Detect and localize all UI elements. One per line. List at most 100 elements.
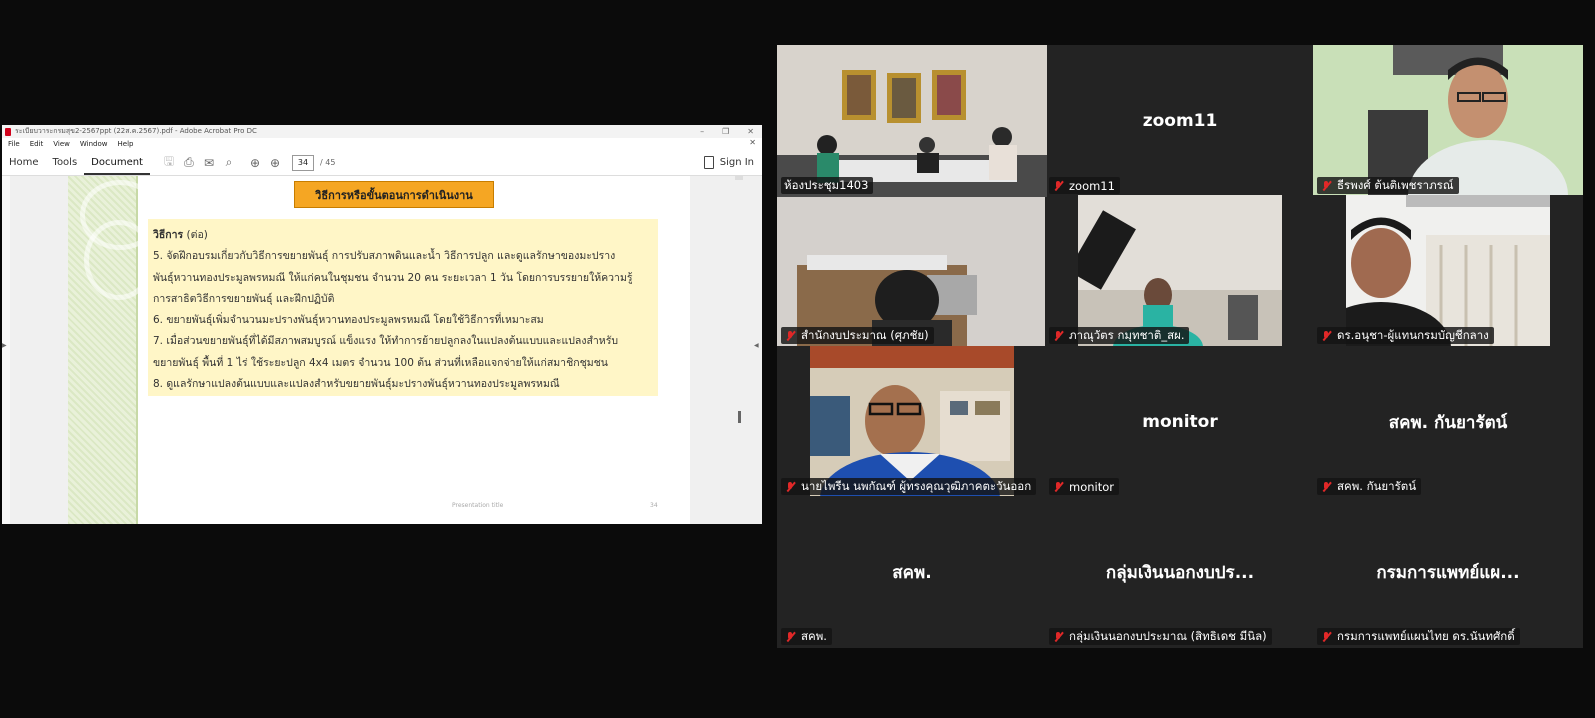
- mic-muted-icon: [1052, 631, 1064, 643]
- mic-muted-icon: [784, 330, 796, 342]
- slide-content-box: วิธีการ (ต่อ) 5. จัดฝึกอบรมเกี่ยวกับวิธี…: [148, 219, 658, 396]
- tab-document[interactable]: Document: [84, 150, 150, 175]
- minimize-icon[interactable]: –: [700, 125, 704, 138]
- participant-tile[interactable]: สคพ. กันยารัตน์ สคพ. กันยารัตน์: [1313, 346, 1583, 498]
- document-close-icon[interactable]: ✕: [749, 138, 756, 147]
- expand-right-icon[interactable]: ◀: [754, 342, 759, 349]
- tab-home[interactable]: Home: [2, 150, 46, 175]
- participant-name: ธีรพงศ์ ต้นติเพชราภรณ์: [1337, 177, 1454, 192]
- participant-name: monitor: [1069, 479, 1114, 494]
- email-icon[interactable]: ✉: [200, 156, 218, 170]
- save-icon[interactable]: 🖫: [160, 152, 178, 173]
- participant-display-name: zoom11: [1142, 111, 1218, 131]
- menu-view[interactable]: View: [53, 140, 70, 148]
- tab-tools[interactable]: Tools: [46, 150, 85, 175]
- participant-tile[interactable]: สำนักงบประมาณ (ศุภชัย): [777, 195, 1047, 347]
- participant-name-label: นายไพรีน นพกัณฑ์ ผู้ทรงคุณวุฒิภาคตะวันออ…: [781, 478, 1037, 495]
- participant-video: [1313, 45, 1583, 197]
- participant-display-name: สคพ. กันยารัตน์: [1388, 412, 1508, 433]
- slide-line: ขยายพันธุ์ พื้นที่ 1 ไร่ ใช้ระยะปลูก 4x4…: [153, 356, 608, 369]
- participant-tile[interactable]: กลุ่มเงินนอกงบปร... กลุ่มเงินนอกงบประมาณ…: [1045, 496, 1315, 648]
- mic-muted-icon: [1320, 180, 1332, 192]
- participant-display-name: กลุ่มเงินนอกงบปร...: [1105, 562, 1255, 583]
- subtitle-rest: (ต่อ): [183, 229, 208, 241]
- participant-tile[interactable]: ห้องประชุม1403: [777, 45, 1047, 197]
- slide-footer-title: Presentation title: [452, 502, 504, 509]
- mic-muted-icon: [784, 481, 796, 493]
- participant-tile[interactable]: monitor monitor: [1045, 346, 1315, 498]
- participant-video: [777, 45, 1047, 197]
- restore-icon[interactable]: ❐: [722, 125, 729, 138]
- menu-window[interactable]: Window: [80, 140, 108, 148]
- participant-tile[interactable]: ดร.อนุชา-ผู้แทนกรมบัญชีกลาง: [1313, 195, 1583, 347]
- participant-name-label: ห้องประชุม1403: [781, 177, 874, 194]
- print-icon[interactable]: ⎙: [180, 155, 198, 170]
- menu-bar: File Edit View Window Help ✕: [2, 138, 762, 150]
- participant-name: สำนักงบประมาณ (ศุภชัย): [801, 327, 929, 342]
- sign-in-label: Sign In: [719, 157, 754, 168]
- participant-tile[interactable]: ธีรพงศ์ ต้นติเพชราภรณ์: [1313, 45, 1583, 197]
- participant-display-name: กรมการแพทย์แผ...: [1376, 562, 1520, 583]
- menu-file[interactable]: File: [8, 140, 20, 148]
- prev-page-icon[interactable]: ⊕: [246, 156, 264, 170]
- participant-name: กลุ่มเงินนอกงบประมาณ (สิทธิเดช มีนิล): [1069, 628, 1267, 643]
- pdf-file-icon: [5, 127, 11, 136]
- page-total: / 45: [319, 158, 336, 167]
- left-panel-toggle[interactable]: ▶: [2, 176, 10, 524]
- participant-name: ดร.อนุชา-ผู้แทนกรมบัญชีกลาง: [1337, 327, 1489, 342]
- slide-line: 7. เมื่อส่วนขยายพันธุ์ที่ได้มีสภาพสมบูรณ…: [153, 335, 619, 348]
- document-viewer[interactable]: ▶ วิธีการหรือขั้นตอนการดำเนินงาน วิธีการ…: [2, 176, 762, 524]
- participant-name-label: ดร.อนุชา-ผู้แทนกรมบัญชีกลาง: [1317, 327, 1494, 344]
- participant-display-name: monitor: [1142, 412, 1218, 432]
- participant-name: zoom11: [1069, 178, 1115, 193]
- acrobat-titlebar: ระเบียบวาระกรมสุข2-2567ppt (22ส.ค.2567).…: [2, 125, 762, 138]
- next-page-icon[interactable]: ⊕: [266, 156, 284, 170]
- participant-tile[interactable]: กรมการแพทย์แผ... กรมการแพทย์แผนไทย ดร.นั…: [1313, 496, 1583, 648]
- close-icon[interactable]: ✕: [747, 125, 754, 138]
- participant-tile[interactable]: สคพ. สคพ.: [777, 496, 1047, 648]
- search-icon[interactable]: ⌕: [220, 155, 238, 170]
- participant-tile[interactable]: นายไพรีน นพกัณฑ์ ผู้ทรงคุณวุฒิภาคตะวันออ…: [777, 346, 1047, 498]
- participant-name-label: zoom11: [1049, 177, 1120, 194]
- participant-tile[interactable]: zoom11 zoom11: [1045, 45, 1315, 197]
- mobile-icon: [703, 156, 714, 169]
- participant-video: [1346, 195, 1550, 347]
- menu-help[interactable]: Help: [118, 140, 134, 148]
- slide-decoration: [68, 176, 160, 524]
- participant-name-label: ภาณุวัตร กมุทชาติ_สผ.: [1049, 327, 1190, 344]
- slide-line: 5. จัดฝึกอบรมเกี่ยวกับวิธีการขยายพันธุ์ …: [153, 250, 616, 263]
- participant-tile[interactable]: ภาณุวัตร กมุทชาติ_สผ.: [1045, 195, 1315, 347]
- vertical-scrollbar[interactable]: [738, 411, 741, 423]
- slide-line: พันธุ์หวานทองประมูลพรหมณี ให้แก่คนในชุมช…: [153, 271, 633, 284]
- mic-muted-icon: [1320, 481, 1332, 493]
- participant-name: ภาณุวัตร กมุทชาติ_สผ.: [1069, 327, 1185, 342]
- participant-video: [1078, 195, 1282, 347]
- subtitle-bold: วิธีการ: [153, 229, 184, 241]
- sign-in-button[interactable]: Sign In: [703, 150, 754, 175]
- participant-name: ห้องประชุม1403: [784, 177, 869, 192]
- participant-name-label: กลุ่มเงินนอกงบประมาณ (สิทธิเดช มีนิล): [1049, 628, 1272, 645]
- participant-video: [777, 195, 1047, 347]
- slide-line: 6. ขยายพันธุ์เพิ่มจำนวนมะปรางพันธุ์หวานท…: [153, 314, 544, 327]
- participant-name-label: ธีรพงศ์ ต้นติเพชราภรณ์: [1317, 177, 1459, 194]
- expand-left-icon[interactable]: ▶: [2, 342, 7, 349]
- participant-display-name: สคพ.: [892, 562, 932, 583]
- participant-name-label: สำนักงบประมาณ (ศุภชัย): [781, 327, 934, 344]
- participant-name: นายไพรีน นพกัณฑ์ ผู้ทรงคุณวุฒิภาคตะวันออ…: [801, 478, 1032, 493]
- participant-name-label: กรมการแพทย์แผนไทย ดร.นันทศักดิ์: [1317, 628, 1520, 645]
- mic-muted-icon: [784, 631, 796, 643]
- participant-name-label: สคพ.: [781, 628, 832, 645]
- participant-name: สคพ.: [801, 628, 827, 643]
- menu-edit[interactable]: Edit: [30, 140, 44, 148]
- slide-footer-page: 34: [650, 502, 658, 509]
- scroll-track-top[interactable]: [735, 176, 743, 180]
- shared-screen-acrobat: ระเบียบวาระกรมสุข2-2567ppt (22ส.ค.2567).…: [2, 125, 762, 524]
- mic-muted-icon: [1320, 330, 1332, 342]
- participant-video: [810, 346, 1014, 498]
- mic-muted-icon: [1052, 180, 1064, 192]
- slide-line: 8. ดูแลรักษาแปลงต้นแบบและแปลงสำหรับขยายพ…: [153, 378, 560, 391]
- participant-name: กรมการแพทย์แผนไทย ดร.นันทศักดิ์: [1337, 628, 1515, 643]
- page-number-input[interactable]: 34: [291, 154, 314, 171]
- acrobat-toolbar: Home Tools Document 🖫 ⎙ ✉ ⌕ ⊕ ⊕ 34 / 45 …: [2, 150, 762, 176]
- slide-line: การสาธิตวิธีการขยายพันธุ์ และฝึกปฏิบัติ: [153, 292, 335, 305]
